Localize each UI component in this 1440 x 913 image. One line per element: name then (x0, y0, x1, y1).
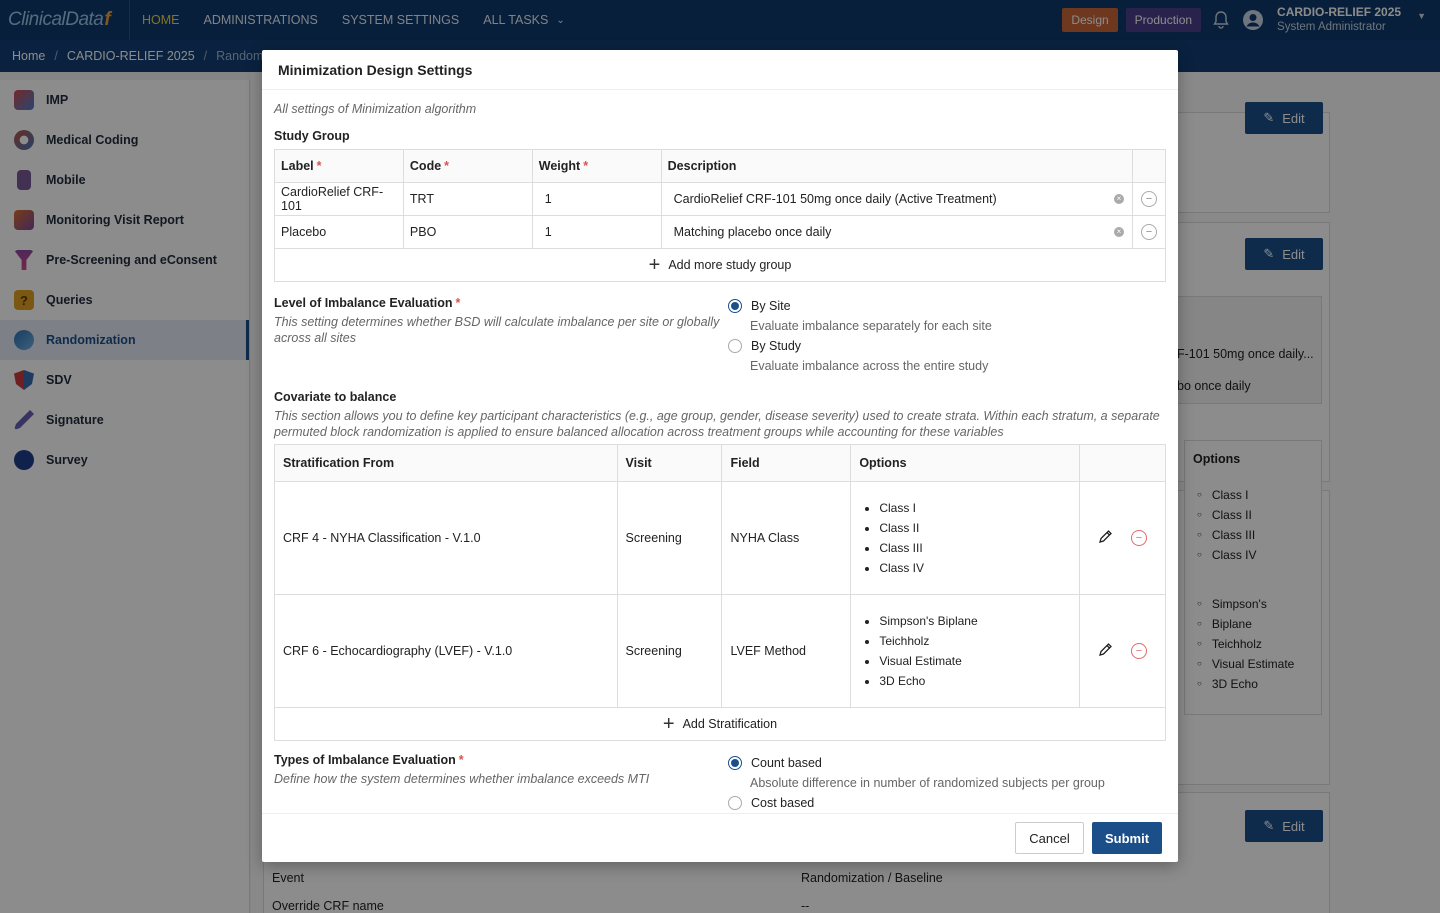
required-asterisk: * (444, 159, 450, 173)
minimization-design-settings-modal: Minimization Design Settings All setting… (262, 50, 1178, 862)
covariate-description: This section allows you to define key pa… (274, 409, 1160, 439)
clear-icon[interactable]: × (1113, 193, 1124, 204)
clear-icon[interactable]: × (1113, 226, 1124, 237)
radio-cost-based[interactable]: Cost based (728, 793, 1166, 813)
column-header-actions (1079, 444, 1166, 482)
imbalance-type-section: Types of Imbalance Evaluation * Define ho… (274, 753, 1166, 813)
study-group-weight-input[interactable]: 1 (531, 182, 662, 216)
table-header-row: Label * Code * Weight * Description (274, 149, 1167, 183)
column-header-label: Label * (274, 149, 404, 183)
add-study-group-button[interactable]: + Add more study group (274, 249, 1166, 282)
radio-by-site[interactable]: By Site (728, 296, 1166, 316)
imbalance-level-title: Level of Imbalance Evaluation * (274, 296, 461, 310)
table-row: CardioRelief CRF-101 TRT 1 CardioRelief … (274, 182, 1167, 216)
column-header-stratification-from: Stratification From (274, 444, 618, 482)
required-asterisk: * (316, 159, 322, 173)
radio-by-site-description: Evaluate imbalance separately for each s… (750, 319, 992, 333)
column-header-description: Description (660, 149, 1133, 183)
radio-unselected-icon[interactable] (728, 796, 742, 810)
table-row: CRF 6 - Echocardiography (LVEF) - V.1.0 … (274, 594, 1166, 708)
covariate-table: Stratification From Visit Field Options … (274, 444, 1166, 708)
study-group-code-cell[interactable]: PBO (402, 215, 533, 249)
actions-cell: − (1079, 481, 1166, 595)
stratification-from-cell: CRF 6 - Echocardiography (LVEF) - V.1.0 (274, 594, 618, 708)
required-asterisk: * (455, 296, 461, 310)
imbalance-level-description: This setting determines whether BSD will… (274, 315, 720, 345)
remove-row-icon[interactable]: − (1140, 191, 1157, 207)
remove-row-icon[interactable]: − (1140, 224, 1157, 240)
options-list: Class I Class II Class III Class IV (859, 498, 1079, 578)
table-row: Placebo PBO 1 Matching placebo once dail… (274, 215, 1167, 249)
study-group-label-cell[interactable]: Placebo (274, 215, 404, 249)
column-header-code: Code * (402, 149, 533, 183)
column-header-visit: Visit (616, 444, 723, 482)
covariate-title: Covariate to balance (274, 390, 397, 404)
visit-cell: Screening (616, 481, 723, 595)
actions-cell: − (1131, 182, 1167, 216)
options-cell: Simpson's Biplane Teichholz Visual Estim… (850, 594, 1081, 708)
pencil-icon[interactable] (1098, 529, 1113, 547)
remove-row-icon[interactable]: − (1131, 643, 1148, 659)
study-group-description-input[interactable]: CardioRelief CRF-101 50mg once daily (Ac… (660, 182, 1133, 216)
required-asterisk: * (458, 753, 464, 767)
pencil-icon[interactable] (1098, 642, 1113, 660)
radio-selected-icon[interactable] (728, 299, 742, 313)
field-cell: NYHA Class (721, 481, 852, 595)
column-header-actions (1131, 149, 1167, 183)
stratification-from-cell: CRF 4 - NYHA Classification - V.1.0 (274, 481, 618, 595)
options-list: Simpson's Biplane Teichholz Visual Estim… (859, 611, 1079, 691)
radio-count-based-description: Absolute difference in number of randomi… (750, 776, 1105, 790)
visit-cell: Screening (616, 594, 723, 708)
study-group-title: Study Group (274, 129, 350, 143)
add-stratification-button[interactable]: + Add Stratification (274, 708, 1166, 741)
table-header-row: Stratification From Visit Field Options (274, 444, 1166, 482)
table-row: CRF 4 - NYHA Classification - V.1.0 Scre… (274, 481, 1166, 595)
radio-by-study-description: Evaluate imbalance across the entire stu… (750, 359, 989, 373)
imbalance-type-title: Types of Imbalance Evaluation * (274, 753, 464, 767)
imbalance-type-description: Define how the system determines whether… (274, 772, 650, 786)
radio-count-based[interactable]: Count based (728, 753, 1166, 773)
actions-cell: − (1131, 215, 1167, 249)
imbalance-level-section: Level of Imbalance Evaluation * This sett… (274, 296, 1166, 376)
plus-icon: + (662, 712, 675, 735)
column-header-options: Options (850, 444, 1081, 482)
study-group-weight-input[interactable]: 1 (531, 215, 662, 249)
study-group-code-cell[interactable]: TRT (402, 182, 533, 216)
column-header-field: Field (721, 444, 852, 482)
radio-unselected-icon[interactable] (728, 339, 742, 353)
modal-body[interactable]: All settings of Minimization algorithm S… (262, 90, 1178, 813)
field-cell: LVEF Method (721, 594, 852, 708)
radio-selected-icon[interactable] (728, 756, 742, 770)
actions-cell: − (1079, 594, 1166, 708)
radio-by-study[interactable]: By Study (728, 336, 1166, 356)
required-asterisk: * (583, 159, 589, 173)
submit-button[interactable]: Submit (1092, 822, 1162, 854)
options-cell: Class I Class II Class III Class IV (850, 481, 1081, 595)
study-group-table: Label * Code * Weight * Description CardioR… (274, 149, 1167, 249)
study-group-description-input[interactable]: Matching placebo once daily × (660, 215, 1133, 249)
study-group-label-cell[interactable]: CardioRelief CRF-101 (274, 182, 404, 216)
remove-row-icon[interactable]: − (1131, 530, 1148, 546)
modal-title: Minimization Design Settings (262, 50, 1178, 90)
plus-icon: + (648, 253, 661, 276)
modal-footer: Cancel Submit (262, 813, 1178, 862)
modal-subtitle: All settings of Minimization algorithm (274, 102, 477, 116)
column-header-weight: Weight * (531, 149, 662, 183)
cancel-button[interactable]: Cancel (1015, 822, 1084, 854)
